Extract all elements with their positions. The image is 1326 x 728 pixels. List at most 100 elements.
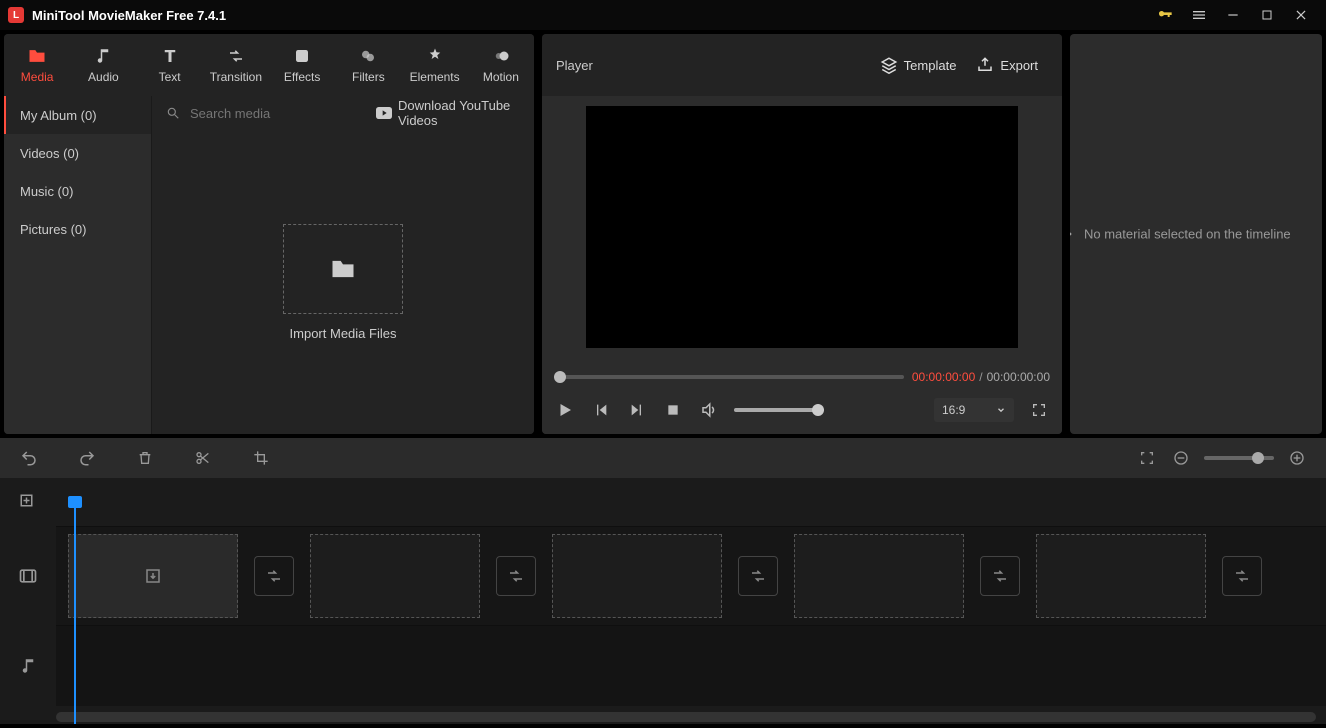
maximize-button[interactable] [1250,0,1284,30]
folder-icon [329,255,357,283]
elements-icon [425,46,445,66]
video-track[interactable] [56,526,1326,626]
export-icon [976,56,994,74]
time-ruler[interactable] [56,478,1326,526]
app-title: MiniTool MovieMaker Free 7.4.1 [32,8,1148,23]
undo-button[interactable] [18,449,40,467]
zoom-out-button[interactable] [1170,450,1192,466]
transition-slot[interactable] [980,556,1020,596]
sidecat-music[interactable]: Music (0) [4,172,151,210]
search-input[interactable] [190,106,366,121]
tab-transition[interactable]: Transition [203,34,269,96]
tab-label: Elements [410,70,460,84]
template-button[interactable]: Template [870,50,967,80]
transition-slot[interactable] [254,556,294,596]
tab-label: Audio [88,70,119,84]
license-key-button[interactable] [1148,0,1182,30]
tab-filters[interactable]: Filters [335,34,401,96]
export-button[interactable]: Export [966,50,1048,80]
download-youtube-button[interactable]: Download YouTube Videos [376,98,520,128]
sidecat-videos[interactable]: Videos (0) [4,134,151,172]
transition-slot[interactable] [738,556,778,596]
menu-button[interactable] [1182,0,1216,30]
volume-button[interactable] [698,399,720,421]
tab-text[interactable]: Text [137,34,203,96]
volume-slider[interactable] [734,408,824,412]
tab-label: Filters [352,70,385,84]
chevron-down-icon [996,405,1006,415]
crop-button[interactable] [250,450,272,466]
audio-track-icon [0,626,56,706]
delete-button[interactable] [134,450,156,466]
download-icon [144,567,162,585]
tab-media[interactable]: Media [4,34,70,96]
main-tabs: Media Audio Text Transition Effects Filt… [4,34,534,96]
redo-button[interactable] [76,449,98,467]
preview-canvas[interactable] [586,106,1018,348]
zoom-slider[interactable] [1204,456,1274,460]
inspector-panel: No material selected on the timeline [1070,34,1322,434]
tab-effects[interactable]: Effects [269,34,335,96]
titlebar: L MiniTool MovieMaker Free 7.4.1 [0,0,1326,30]
tab-label: Transition [210,70,262,84]
clip-slot[interactable] [1036,534,1206,618]
transition-slot[interactable] [1222,556,1262,596]
video-track-icon [0,526,56,626]
music-icon [93,46,113,66]
clip-slot[interactable] [310,534,480,618]
stop-button[interactable] [662,399,684,421]
tab-label: Motion [483,70,519,84]
add-track-button[interactable] [0,478,56,526]
clip-slot[interactable] [794,534,964,618]
tab-audio[interactable]: Audio [70,34,136,96]
filters-icon [358,46,378,66]
next-frame-button[interactable] [626,399,648,421]
import-label: Import Media Files [290,326,397,341]
tab-label: Media [21,70,54,84]
playhead-handle[interactable] [68,496,82,508]
play-button[interactable] [554,399,576,421]
chevron-right-icon [1070,228,1074,240]
inspector-empty-message: No material selected on the timeline [1084,227,1301,242]
aspect-ratio-select[interactable]: 16:9 [934,398,1014,422]
collapse-inspector-button[interactable] [1070,204,1076,264]
template-icon [880,56,898,74]
media-panel: Media Audio Text Transition Effects Filt… [4,34,534,434]
audio-track[interactable] [56,626,1326,706]
tab-elements[interactable]: Elements [402,34,468,96]
folder-icon [27,46,47,66]
text-icon [160,46,180,66]
fit-button[interactable] [1136,450,1158,466]
timeline-panel [0,438,1326,724]
player-title: Player [556,58,870,73]
seek-slider[interactable] [554,375,904,379]
sidecat-pictures[interactable]: Pictures (0) [4,210,151,248]
tab-motion[interactable]: Motion [468,34,534,96]
sidecat-my-album[interactable]: My Album (0) [4,96,151,134]
fullscreen-button[interactable] [1028,399,1050,421]
transition-icon [226,46,246,66]
minimize-button[interactable] [1216,0,1250,30]
playhead-line [74,496,76,724]
zoom-in-button[interactable] [1286,450,1308,466]
motion-icon [491,46,511,66]
search-icon [166,106,180,120]
prev-frame-button[interactable] [590,399,612,421]
app-logo: L [8,7,24,23]
preview-area [542,96,1062,358]
effects-icon [292,46,312,66]
tab-label: Text [159,70,181,84]
close-button[interactable] [1284,0,1318,30]
timeline-horizontal-scrollbar[interactable] [56,712,1316,722]
timeline-toolbar [0,438,1326,478]
clip-slot[interactable] [68,534,238,618]
import-media-button[interactable]: Import Media Files [283,224,403,341]
timecode: 00:00:00:00/00:00:00:00 [912,370,1050,384]
tab-label: Effects [284,70,320,84]
timeline-tracks[interactable] [56,478,1326,724]
transition-slot[interactable] [496,556,536,596]
clip-slot[interactable] [552,534,722,618]
split-button[interactable] [192,450,214,466]
media-categories: My Album (0) Videos (0) Music (0) Pictur… [4,96,152,434]
player-panel: Player Template Export 00:00:00:00/00:00… [542,34,1062,434]
